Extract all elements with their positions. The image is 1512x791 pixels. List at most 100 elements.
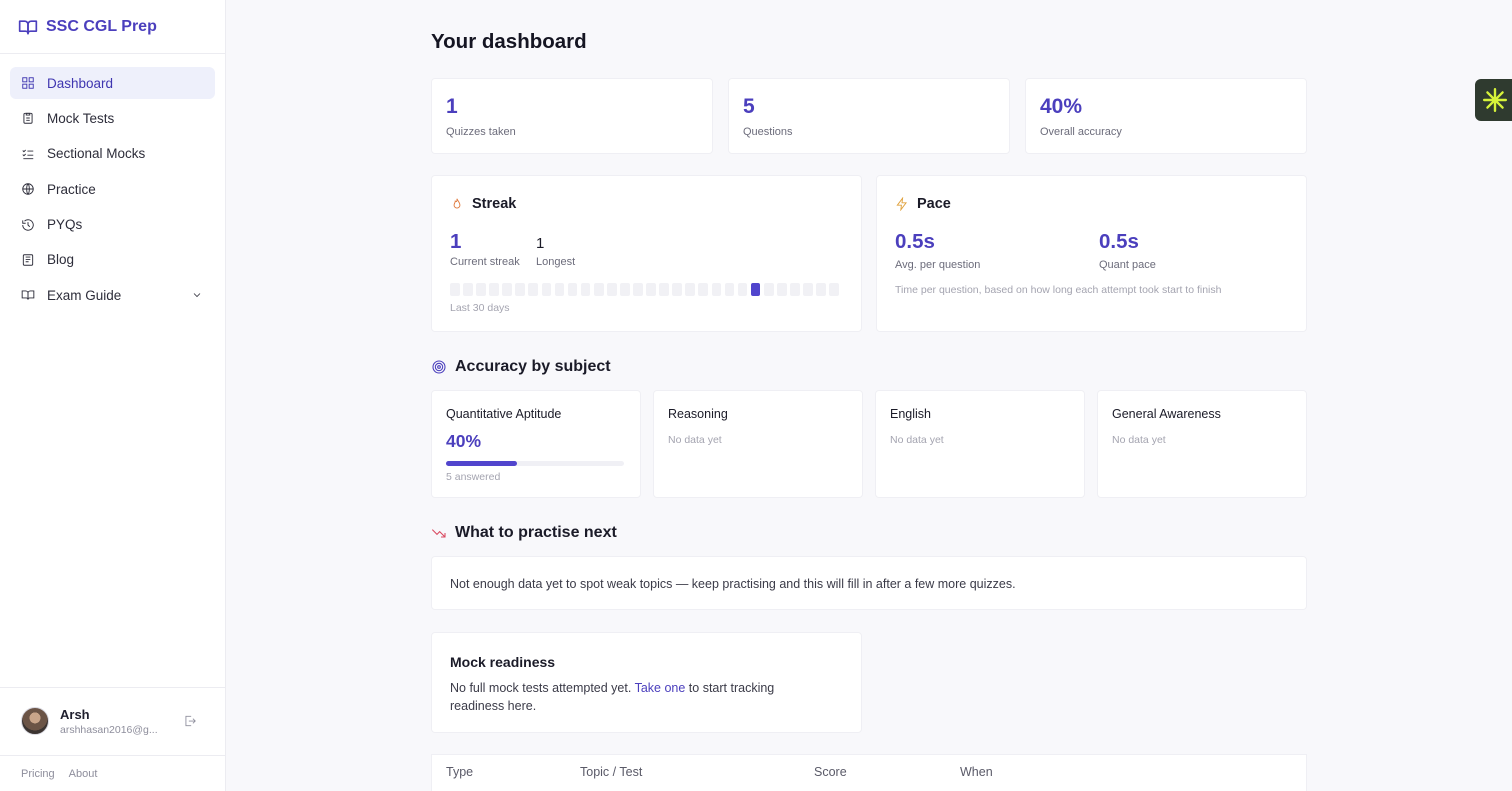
floating-widget-button[interactable] [1475,79,1512,121]
divider [0,53,225,54]
column-header-topic[interactable]: Topic / Test [580,765,642,779]
avg-pace-value: 0.5s [895,230,935,253]
stat-label: Overall accuracy [1040,126,1122,138]
newspaper-icon [22,254,34,266]
accuracy-section-title: Accuracy by subject [431,358,611,376]
streak-day [476,283,486,296]
streak-day [620,283,630,296]
stat-card-questions: 5 Questions [728,78,1010,154]
target-icon [432,360,446,374]
practise-next-title: What to practise next [431,524,617,542]
streak-day [763,283,774,296]
streak-day [790,283,800,296]
current-streak-label: Current streak [450,256,520,268]
take-one-link[interactable]: Take one [635,681,686,695]
chevron-down-icon[interactable] [191,289,203,301]
sparkle-icon [1482,87,1508,113]
pricing-link[interactable]: Pricing [21,768,55,780]
streak-day [528,283,539,296]
sidebar-item-label: Exam Guide [47,287,122,303]
sidebar-item-sectional-mocks[interactable]: Sectional Mocks [10,138,215,170]
divider [0,755,225,756]
accuracy-progress-bar [446,461,624,466]
sidebar-item-label: Sectional Mocks [47,146,146,162]
list-check-icon [22,149,34,159]
brand-name: SSC CGL Prep [46,18,157,35]
streak-day [698,283,709,296]
accuracy-progress-fill [446,461,518,466]
history-table-header: Type Topic / Test Score When [431,754,1307,791]
sidebar-item-blog[interactable]: Blog [10,244,215,276]
streak-day [803,283,813,296]
subject-name: Quantitative Aptitude [446,407,562,421]
user-profile: Arsh arshhasan2016@g... [21,707,211,737]
sidebar-nav: Dashboard Mock Tests Sectional Mocks Pra… [10,67,215,315]
streak-day [606,283,617,296]
sidebar-item-mock-tests[interactable]: Mock Tests [10,102,215,134]
streak-day [672,283,683,296]
about-link[interactable]: About [69,768,98,780]
sidebar-item-pyqs[interactable]: PYQs [10,209,215,241]
subject-name: English [890,407,931,421]
trending-down-icon [431,529,446,538]
subject-card-general-awareness: General Awareness No data yet [1097,390,1307,498]
column-header-type[interactable]: Type [446,765,473,779]
sidebar-item-label: Blog [47,252,75,268]
subject-name: General Awareness [1112,407,1221,421]
logout-icon[interactable] [183,714,197,728]
subject-empty-text: No data yet [668,434,722,446]
streak-day [633,283,643,296]
subject-card-quant: Quantitative Aptitude 40% 5 answered [431,390,641,498]
streak-footer: Last 30 days [450,302,510,314]
streak-day [750,283,761,296]
stat-label: Quizzes taken [446,126,516,138]
user-email: arshhasan2016@g... [60,724,158,736]
current-streak-value: 1 [450,230,462,253]
stat-value: 5 [743,95,755,118]
book-open-icon [18,20,38,35]
avatar[interactable] [21,707,49,735]
subject-empty-text: No data yet [890,434,944,446]
streak-day [463,283,473,296]
brand-logo[interactable]: SSC CGL Prep [18,16,157,38]
stat-value: 40% [1040,95,1083,118]
streak-day [685,283,696,296]
mock-readiness-card: Mock readiness No full mock tests attemp… [431,632,862,733]
divider [0,687,225,688]
flame-icon [453,198,461,209]
subject-name: Reasoning [668,407,728,421]
subject-card-reasoning: Reasoning No data yet [653,390,863,498]
column-header-score[interactable]: Score [814,765,847,779]
streak-calendar [450,283,839,296]
streak-day [515,283,526,296]
subject-accuracy: 40% [446,431,482,451]
page-title: Your dashboard [431,30,587,53]
column-header-when[interactable]: When [960,765,993,779]
pace-title: Pace [895,196,951,212]
footer-links: Pricing About [21,768,97,780]
stat-card-accuracy: 40% Overall accuracy [1025,78,1307,154]
quant-pace-value: 0.5s [1099,230,1139,253]
practise-next-card: Not enough data yet to spot weak topics … [431,556,1307,610]
pace-note: Time per question, based on how long eac… [895,284,1222,296]
sidebar-item-practice[interactable]: Practice [10,173,215,205]
sidebar-item-dashboard[interactable]: Dashboard [10,67,215,99]
streak-day [816,283,826,296]
streak-day [737,283,748,296]
streak-title: Streak [450,196,516,212]
streak-day [776,283,787,296]
streak-day [711,283,722,296]
clipboard-icon [23,113,33,125]
book-icon [21,290,35,301]
lightning-icon [896,197,908,211]
streak-day [659,283,669,296]
subject-card-english: English No data yet [875,390,1085,498]
user-name: Arsh [60,707,90,722]
sidebar-item-exam-guide[interactable]: Exam Guide [10,279,215,311]
streak-day [724,283,735,296]
stat-value: 1 [446,95,458,118]
streak-day [541,283,552,296]
practise-next-message: Not enough data yet to spot weak topics … [450,577,1016,591]
stat-card-quizzes: 1 Quizzes taken [431,78,713,154]
sidebar-item-label: Practice [47,181,96,197]
